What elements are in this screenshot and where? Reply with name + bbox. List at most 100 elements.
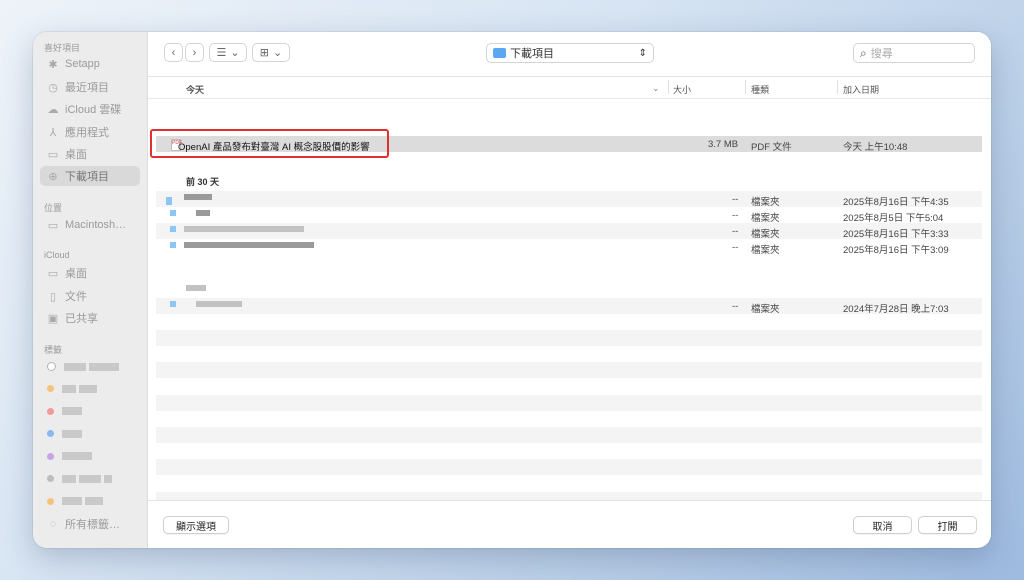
search-placeholder: 搜尋 — [870, 48, 893, 60]
back-button[interactable]: ‹ — [164, 43, 183, 62]
sidebar-item-label: 已共享 — [65, 313, 98, 325]
file-date: 2025年8月16日 下午4:35 — [843, 197, 949, 208]
redacted-tag-name — [62, 474, 76, 483]
file-size: -- — [732, 226, 739, 237]
redacted-tag-name — [64, 362, 86, 371]
disk-icon: ▭ — [47, 219, 59, 232]
table-row[interactable]: -- 檔案夾 2025年8月16日 下午3:09 — [156, 239, 982, 256]
redacted-tag-name — [62, 407, 82, 415]
updown-chevron-icon: ⇕ — [638, 47, 647, 59]
forward-button[interactable]: › — [185, 43, 204, 62]
sidebar-item-setapp[interactable]: ✱ Setapp — [40, 54, 140, 74]
sidebar-item-label: 應用程式 — [65, 127, 109, 139]
tag-color-dot-icon — [47, 407, 54, 415]
sidebar-item-label: 文件 — [65, 291, 87, 303]
list-view-icon: ☰ — [216, 47, 227, 59]
column-header-size[interactable]: 大小 — [673, 83, 691, 96]
file-size: -- — [732, 194, 739, 205]
folder-icon — [170, 301, 176, 307]
document-icon: ▯ — [49, 290, 57, 303]
sidebar-item-desktop[interactable]: ▭ 桌面 — [40, 144, 140, 164]
sidebar-tag-item[interactable] — [47, 452, 95, 460]
file-kind: 檔案夾 — [751, 304, 780, 315]
sidebar-tag-item[interactable] — [47, 474, 115, 483]
redacted-name — [184, 226, 304, 232]
sidebar-tag-item[interactable] — [47, 497, 106, 505]
group-header-30-days: 前 30 天 — [186, 177, 220, 187]
search-icon: ⌕ — [860, 45, 867, 60]
file-kind: 檔案夾 — [751, 229, 780, 240]
column-divider — [837, 80, 838, 94]
sidebar-item-label: 下載項目 — [65, 171, 109, 183]
redacted-name — [184, 242, 314, 248]
sidebar-item-label: 最近項目 — [65, 82, 109, 94]
file-open-dialog: 喜好項目 ✱ Setapp ◷ 最近項目 ☁ iCloud 雲碟 ⅄ 應用程式 … — [33, 32, 991, 548]
cancel-button[interactable]: 取消 — [853, 516, 912, 534]
group-button[interactable]: ⊞ ⌄ — [252, 43, 290, 62]
sidebar-tag-item[interactable] — [47, 407, 85, 415]
redacted-name — [196, 210, 210, 216]
redacted-name — [196, 301, 242, 307]
file-size: -- — [732, 210, 739, 221]
sidebar-item-icloud-desktop[interactable]: ▭ 桌面 — [40, 263, 140, 283]
sidebar-section-tags: 標籤 — [44, 345, 63, 355]
show-options-button[interactable]: 顯示選項 — [163, 516, 229, 534]
table-row[interactable]: -- 檔案夾 2025年8月16日 下午3:33 — [156, 223, 982, 240]
empty-row — [156, 362, 982, 379]
table-row[interactable]: -- 檔案夾 2025年8月16日 下午4:35 — [156, 191, 982, 208]
toolbar: ‹ › ☰ ⌄ ⊞ ⌄ 下載項目 ⇕ ⌕ 搜尋 — [148, 32, 991, 77]
tag-color-dot-icon — [47, 430, 54, 437]
setapp-icon: ✱ — [48, 58, 58, 71]
open-button[interactable]: 打開 — [918, 516, 977, 534]
sidebar-tag-item[interactable] — [47, 384, 100, 393]
highlight-box — [150, 129, 389, 158]
empty-row — [156, 394, 982, 411]
desktop-icon: ▭ — [47, 267, 59, 280]
applications-icon: ⅄ — [49, 126, 57, 139]
chevron-down-icon: ⌄ — [273, 47, 283, 59]
sidebar-item-documents[interactable]: ▯ 文件 — [40, 286, 140, 306]
file-size: -- — [732, 301, 739, 312]
desktop-icon: ▭ — [47, 148, 59, 161]
column-header-name[interactable]: 今天 — [186, 83, 204, 96]
search-field[interactable]: ⌕ 搜尋 — [853, 43, 975, 63]
column-header-date-added[interactable]: 加入日期 — [843, 83, 879, 96]
tag-color-dot-icon — [47, 362, 56, 371]
sidebar-tag-item[interactable] — [47, 362, 122, 371]
chevron-left-icon: ‹ — [171, 46, 176, 59]
sidebar-item-recents[interactable]: ◷ 最近項目 — [40, 77, 140, 97]
sidebar-item-icloud-drive[interactable]: ☁ iCloud 雲碟 — [40, 99, 140, 119]
file-kind: 檔案夾 — [751, 197, 780, 208]
sidebar-item-downloads[interactable]: ⊕ 下載項目 — [40, 166, 140, 186]
location-popup[interactable]: 下載項目 ⇕ — [486, 43, 654, 63]
view-mode-button[interactable]: ☰ ⌄ — [209, 43, 247, 62]
file-date: 2025年8月5日 下午5:04 — [843, 213, 944, 224]
redacted-tag-name — [89, 362, 119, 371]
redacted-tag-name — [62, 429, 82, 438]
column-header-kind[interactable]: 種類 — [751, 83, 769, 96]
sidebar-item-shared[interactable]: ▣ 已共享 — [40, 308, 140, 328]
tag-color-dot-icon — [47, 497, 54, 505]
file-date: 2025年8月16日 下午3:33 — [843, 229, 949, 240]
grid-icon: ⊞ — [259, 47, 269, 59]
sidebar-item-macintosh[interactable]: ▭ Macintosh… — [40, 215, 140, 235]
sidebar-section-favorites: 喜好項目 — [44, 43, 81, 53]
sort-chevron-icon: ⌄ — [652, 83, 660, 93]
tag-color-dot-icon — [47, 385, 54, 392]
sidebar-item-all-tags[interactable]: ◌ 所有標籤… — [40, 514, 140, 534]
empty-row — [156, 459, 982, 476]
file-kind: PDF 文件 — [751, 142, 792, 153]
table-row[interactable]: -- 檔案夾 2024年7月28日 晚上7:03 — [156, 298, 982, 315]
file-date: 2024年7月28日 晚上7:03 — [843, 304, 949, 315]
sidebar-item-label: Setapp — [65, 58, 100, 70]
chevron-down-icon: ⌄ — [230, 47, 240, 59]
redacted-tag-name — [62, 497, 82, 505]
sidebar-tag-item[interactable] — [47, 429, 85, 438]
folder-icon — [170, 226, 176, 232]
redacted-tag-name — [79, 384, 97, 393]
sidebar-item-applications[interactable]: ⅄ 應用程式 — [40, 122, 140, 142]
download-icon: ⊕ — [48, 170, 58, 183]
table-row[interactable]: -- 檔案夾 2025年8月5日 下午5:04 — [156, 207, 982, 224]
tag-color-dot-icon — [47, 475, 54, 482]
sidebar-item-label: 桌面 — [65, 149, 87, 161]
